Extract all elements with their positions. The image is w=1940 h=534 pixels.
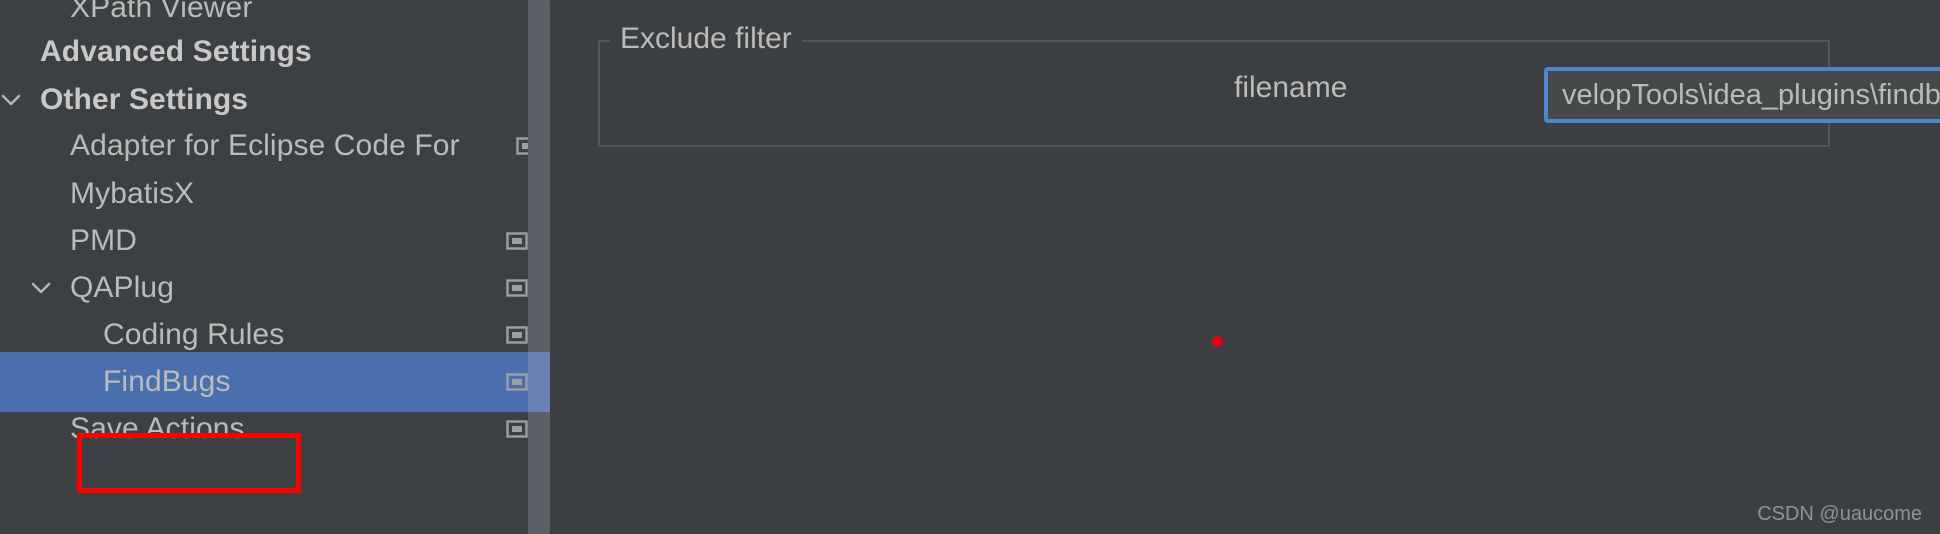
project-config-icon xyxy=(504,275,530,301)
tree-item-save-actions[interactable]: Save Actions xyxy=(0,399,550,459)
filename-field-value: velopTools\idea_plugins\findbugs\findbug… xyxy=(1562,79,1940,111)
filename-field[interactable]: velopTools\idea_plugins\findbugs\findbug… xyxy=(1544,67,1940,123)
tree-item-label: Other Settings xyxy=(40,83,249,116)
tree-item-label: PMD xyxy=(70,224,137,257)
project-config-icon xyxy=(504,369,530,395)
tree-scrollbar-thumb[interactable] xyxy=(528,0,550,534)
chevron-down-icon[interactable] xyxy=(0,87,24,113)
tree-item-label: Adapter for Eclipse Code For xyxy=(70,129,460,162)
findbugs-settings-pane: Exclude filter filename velopTools\idea_… xyxy=(550,0,1940,534)
tree-scrollbar-track[interactable] xyxy=(528,0,550,534)
tree-item-label: Advanced Settings xyxy=(40,35,312,68)
watermark-text: CSDN @uaucome xyxy=(1757,503,1922,525)
project-config-icon xyxy=(504,228,530,254)
settings-dialog: XPath Viewer Advanced Settings Other Setti… xyxy=(0,0,1940,534)
tree-item-label: QAPlug xyxy=(70,271,174,304)
filename-label: filename xyxy=(1234,71,1348,104)
exclude-filter-group-title: Exclude filter xyxy=(610,21,802,57)
tree-scrollbar-thumb-selection-segment[interactable] xyxy=(528,352,550,412)
red-cursor-dot xyxy=(1212,336,1223,347)
tree-item-label: Save Actions xyxy=(70,412,245,445)
tree-item-label: Coding Rules xyxy=(103,318,285,351)
settings-tree-panel: XPath Viewer Advanced Settings Other Setti… xyxy=(0,0,550,534)
chevron-down-icon[interactable] xyxy=(28,275,54,301)
project-config-icon xyxy=(504,416,530,442)
tree-item-label: FindBugs xyxy=(103,365,231,398)
project-config-icon xyxy=(504,322,530,348)
tree-item-label: MybatisX xyxy=(70,177,195,210)
